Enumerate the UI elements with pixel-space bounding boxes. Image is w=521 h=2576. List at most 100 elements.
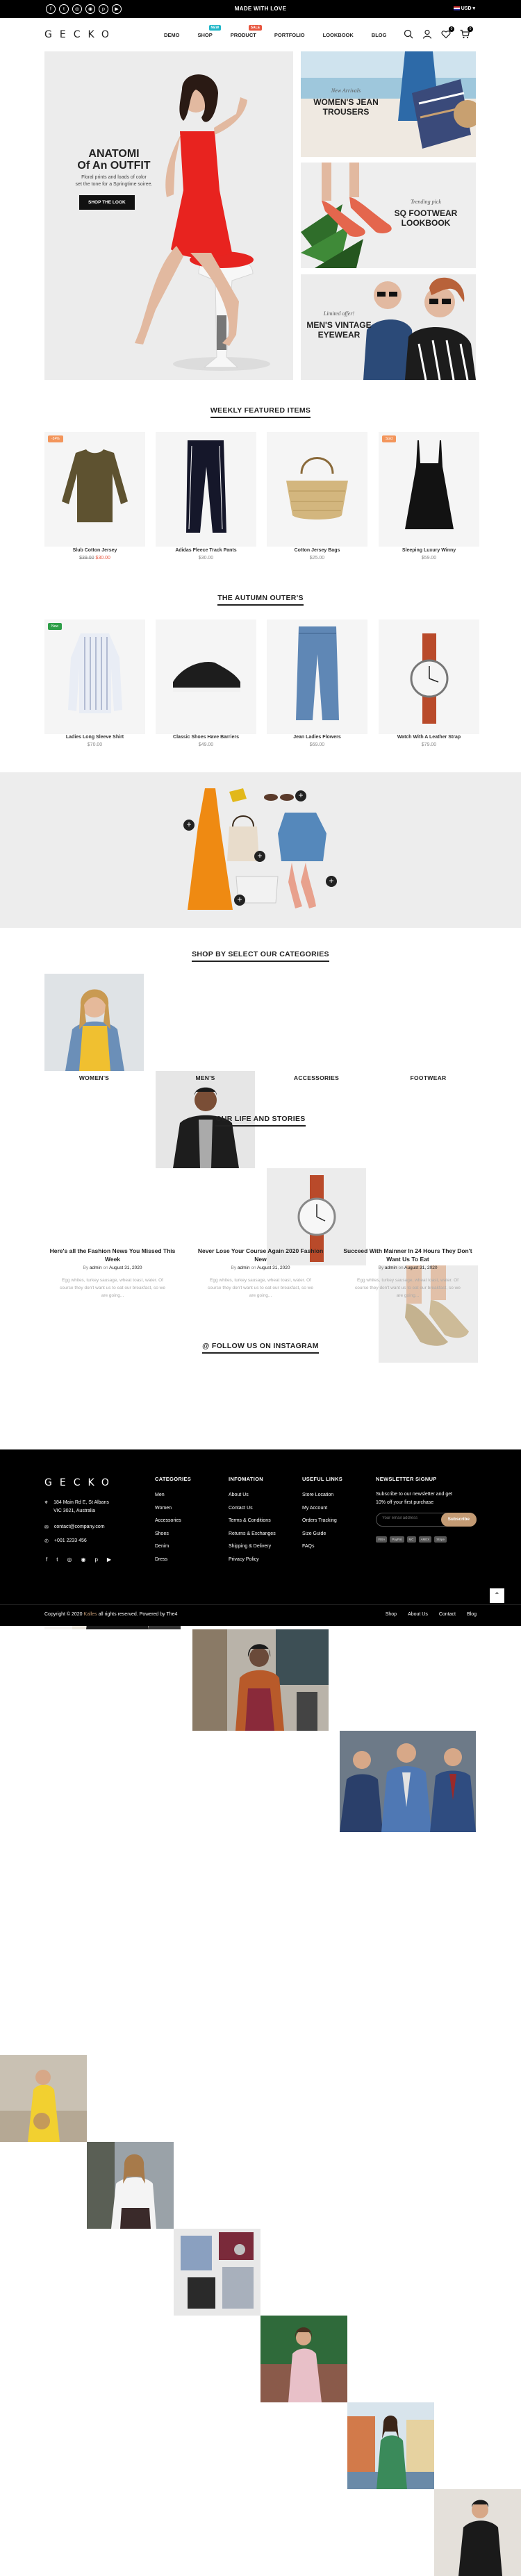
- footer-link[interactable]: Contact Us: [229, 1502, 276, 1515]
- bottom-link-contact[interactable]: Contact: [439, 1612, 456, 1617]
- nav-item-product[interactable]: PRODUCT SALE: [231, 25, 263, 38]
- product-card[interactable]: [379, 620, 479, 734]
- back-to-top-button[interactable]: ⌃: [490, 1588, 504, 1603]
- instagram-photo[interactable]: [347, 2402, 434, 2489]
- footer-link[interactable]: Men: [155, 1489, 191, 1502]
- product-name[interactable]: Sleeping Luxury Winny: [379, 548, 479, 553]
- cart-icon[interactable]: 0: [460, 26, 473, 39]
- category-label[interactable]: ACCESSORIES: [267, 1074, 366, 1081]
- product-name[interactable]: Slub Cotton Jersey: [44, 548, 145, 553]
- product-image[interactable]: [156, 432, 256, 547]
- product-card[interactable]: Sold: [379, 432, 479, 547]
- facebook-icon[interactable]: f: [46, 1556, 47, 1563]
- product-name[interactable]: Classic Shoes Have Barriers: [156, 735, 256, 740]
- heart-icon[interactable]: 0: [441, 26, 454, 39]
- instagram-photo[interactable]: [87, 2142, 174, 2229]
- hero-side-banner-footwear[interactable]: Trending pick SQ FOOTWEAR LOOKBOOK: [301, 163, 476, 268]
- footer-link[interactable]: FAQs: [302, 1540, 342, 1554]
- category-card-womens[interactable]: [44, 974, 144, 1071]
- nav-item-portfolio[interactable]: PORTFOLIO: [274, 32, 305, 38]
- product-image[interactable]: [267, 432, 367, 547]
- product-image[interactable]: [267, 620, 367, 734]
- product-card[interactable]: New: [44, 620, 145, 734]
- currency-selector[interactable]: USD ▾: [453, 6, 475, 11]
- product-name[interactable]: Ladies Long Sleeve Shirt: [44, 735, 145, 740]
- nav-item-blog[interactable]: BLOG: [372, 32, 387, 38]
- brand-link[interactable]: Kalles: [84, 1612, 97, 1617]
- hotspot-plus-button[interactable]: +: [234, 895, 245, 906]
- hotspot-plus-button[interactable]: +: [326, 876, 337, 887]
- blog-post-title[interactable]: Never Lose Your Course Again 2020 Fashio…: [192, 1247, 329, 1263]
- footer-link[interactable]: Store Location: [302, 1489, 342, 1502]
- hero-side-banner-jeans[interactable]: New Arrivals WOMEN'S JEAN TROUSERS: [301, 51, 476, 157]
- newsletter-email-input[interactable]: [382, 1516, 438, 1520]
- nav-item-shop[interactable]: SHOP NEW: [198, 25, 222, 38]
- product-name[interactable]: Cotton Jersey Bags: [267, 548, 367, 553]
- instagram-photo[interactable]: [0, 2055, 87, 2142]
- product-name[interactable]: Jean Ladies Flowers: [267, 735, 367, 740]
- search-icon[interactable]: [404, 29, 413, 39]
- bottom-link-about[interactable]: About Us: [408, 1612, 428, 1617]
- nav-item-demo[interactable]: DEMO: [164, 32, 180, 38]
- footer-link[interactable]: Women: [155, 1502, 191, 1515]
- footer-link[interactable]: Shipping & Delivery: [229, 1540, 276, 1554]
- footer-link[interactable]: Privacy Policy: [229, 1554, 276, 1567]
- footer-phone[interactable]: ✆ +001 2233 456: [44, 1538, 87, 1544]
- category-label[interactable]: MEN'S: [156, 1074, 255, 1081]
- post-author[interactable]: admin: [385, 1265, 397, 1270]
- section-title-text: SHOP BY SELECT OUR CATEGORIES: [192, 950, 329, 962]
- subscribe-button[interactable]: Subscribe: [440, 1513, 477, 1527]
- nav-item-lookbook[interactable]: LOOKBOOK: [323, 32, 354, 38]
- instagram-photo[interactable]: [174, 2229, 260, 2316]
- site-logo[interactable]: GECKO: [44, 29, 117, 40]
- post-author[interactable]: admin: [238, 1265, 250, 1270]
- dribbble-icon[interactable]: ◉: [81, 1556, 85, 1563]
- bottom-link-shop[interactable]: Shop: [386, 1612, 397, 1617]
- footer-email[interactable]: ✉ contact@company.com: [44, 1524, 105, 1530]
- product-image[interactable]: [156, 620, 256, 734]
- footer-link[interactable]: About Us: [229, 1489, 276, 1502]
- product-name[interactable]: Adidas Fleece Track Pants: [156, 548, 256, 553]
- youtube-icon[interactable]: ▶: [107, 1556, 111, 1563]
- footer-link[interactable]: Dress: [155, 1554, 191, 1567]
- twitter-icon[interactable]: t: [56, 1556, 58, 1563]
- category-label[interactable]: FOOTWEAR: [379, 1074, 478, 1081]
- product-image[interactable]: [379, 620, 479, 734]
- footer-link[interactable]: Orders Tracking: [302, 1515, 342, 1528]
- product-image[interactable]: Sold: [379, 432, 479, 547]
- product-image[interactable]: New: [44, 620, 145, 734]
- instagram-photo[interactable]: [260, 2316, 347, 2402]
- instagram-photo[interactable]: [434, 2489, 521, 2576]
- pinterest-icon[interactable]: p: [94, 1556, 97, 1563]
- product-card[interactable]: [267, 432, 367, 547]
- instagram-icon[interactable]: ◎: [67, 1556, 72, 1563]
- product-card[interactable]: [267, 620, 367, 734]
- hotspot-plus-button[interactable]: +: [254, 851, 265, 862]
- blog-post-title[interactable]: Succeed With Mainner In 24 Hours They Do…: [340, 1247, 476, 1263]
- footer-link[interactable]: Denim: [155, 1540, 191, 1554]
- hero-main-banner[interactable]: ANATOMI Of An OUTFIT Floral prints and l…: [44, 51, 293, 380]
- footer-link[interactable]: Shoes: [155, 1528, 191, 1541]
- user-icon[interactable]: [422, 29, 432, 39]
- footer-link[interactable]: Accessories: [155, 1515, 191, 1528]
- bottom-link-blog[interactable]: Blog: [467, 1612, 477, 1617]
- blog-post-title[interactable]: Here's all the Fashion News You Missed T…: [44, 1247, 181, 1263]
- product-name[interactable]: Watch With A Leather Strap: [379, 735, 479, 740]
- footer-link[interactable]: Terms & Conditions: [229, 1515, 276, 1528]
- blog-post-image[interactable]: [192, 1629, 329, 1731]
- product-card[interactable]: -24%: [44, 432, 145, 547]
- product-card[interactable]: [156, 432, 256, 547]
- footer-link[interactable]: Size Guide: [302, 1528, 342, 1541]
- product-image[interactable]: -24%: [44, 432, 145, 547]
- post-author[interactable]: admin: [90, 1265, 102, 1270]
- product-card[interactable]: [156, 620, 256, 734]
- blog-post-image[interactable]: [340, 1731, 476, 1832]
- hotspot-plus-button[interactable]: +: [295, 790, 306, 801]
- footer-logo[interactable]: GECKO: [44, 1477, 117, 1488]
- hero-side-banner-eyewear[interactable]: Limited offer! MEN'S VINTAGE EYEWEAR: [301, 274, 476, 380]
- shop-the-look-button[interactable]: SHOP THE LOOK: [79, 195, 135, 210]
- hotspot-plus-button[interactable]: +: [183, 820, 195, 831]
- footer-link[interactable]: My Account: [302, 1502, 342, 1515]
- footer-link[interactable]: Returns & Exchanges: [229, 1528, 276, 1541]
- category-label[interactable]: WOMEN'S: [44, 1074, 144, 1081]
